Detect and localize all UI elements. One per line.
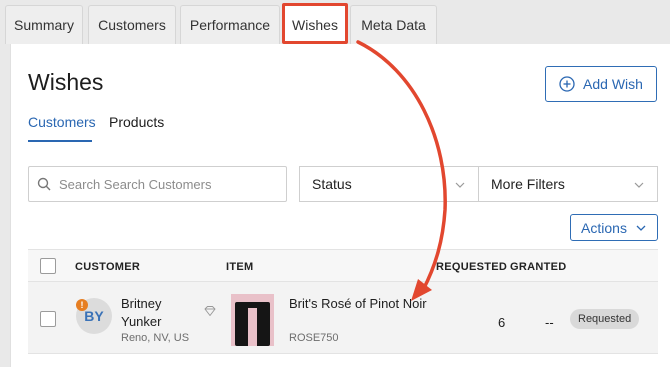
- add-wish-label: Add Wish: [583, 76, 643, 92]
- alert-mark: !: [80, 300, 84, 310]
- chevron-down-icon: [455, 182, 465, 188]
- column-header-item: ITEM: [226, 261, 254, 273]
- more-filters-select[interactable]: More Filters: [478, 166, 658, 202]
- item-name[interactable]: Brit's Rosé of Pinot Noir: [289, 295, 429, 312]
- subtab-active-indicator: [28, 140, 92, 142]
- tab-customers[interactable]: Customers: [88, 5, 176, 44]
- search-input[interactable]: [59, 176, 279, 192]
- status-select-label: Status: [312, 176, 352, 192]
- row-checkbox[interactable]: [40, 311, 56, 327]
- column-header-granted: GRANTED: [510, 261, 567, 273]
- column-header-requested: REQUESTED: [436, 261, 508, 273]
- requested-count: 6: [498, 315, 506, 330]
- subtab-customers[interactable]: Customers: [28, 114, 96, 130]
- actions-button[interactable]: Actions: [570, 214, 658, 241]
- tab-summary[interactable]: Summary: [5, 5, 83, 44]
- tab-label: Summary: [14, 17, 74, 33]
- diamond-icon: [204, 306, 216, 316]
- plus-circle-icon: [559, 76, 575, 92]
- wishes-panel: Wishes Add Wish Customers Products Statu…: [10, 44, 670, 367]
- column-header-customer: CUSTOMER: [75, 261, 141, 273]
- customer-location: Reno, NV, US: [121, 332, 190, 344]
- search-icon: [37, 177, 51, 191]
- granted-count: --: [545, 315, 554, 330]
- tab-label: Performance: [189, 17, 271, 33]
- alert-icon: !: [76, 299, 88, 311]
- product-image: [231, 294, 274, 346]
- table-header: CUSTOMER ITEM REQUESTED GRANTED: [28, 249, 658, 282]
- avatar-initials: BY: [84, 308, 104, 324]
- tab-label: Meta Data: [361, 17, 426, 33]
- status-badge: Requested: [570, 309, 640, 329]
- chevron-down-icon: [636, 225, 646, 231]
- tab-meta-data[interactable]: Meta Data: [350, 5, 437, 44]
- callout-box: [282, 3, 348, 44]
- tab-performance[interactable]: Performance: [180, 5, 280, 44]
- actions-label: Actions: [581, 219, 627, 236]
- bottle-highlight: [248, 308, 257, 346]
- customer-name[interactable]: Britney Yunker: [121, 295, 191, 331]
- more-filters-label: More Filters: [491, 176, 565, 192]
- chevron-down-icon: [634, 182, 644, 188]
- tab-label: Customers: [98, 17, 166, 33]
- search-field[interactable]: [28, 166, 287, 202]
- item-sku: ROSE750: [289, 332, 339, 344]
- select-all-checkbox[interactable]: [40, 258, 56, 274]
- add-wish-button[interactable]: Add Wish: [545, 66, 657, 102]
- page-title: Wishes: [28, 69, 104, 95]
- table-row[interactable]: BY ! Britney Yunker Reno, NV, US Brit's …: [28, 282, 658, 354]
- subtab-products[interactable]: Products: [109, 114, 164, 130]
- status-select[interactable]: Status: [299, 166, 479, 202]
